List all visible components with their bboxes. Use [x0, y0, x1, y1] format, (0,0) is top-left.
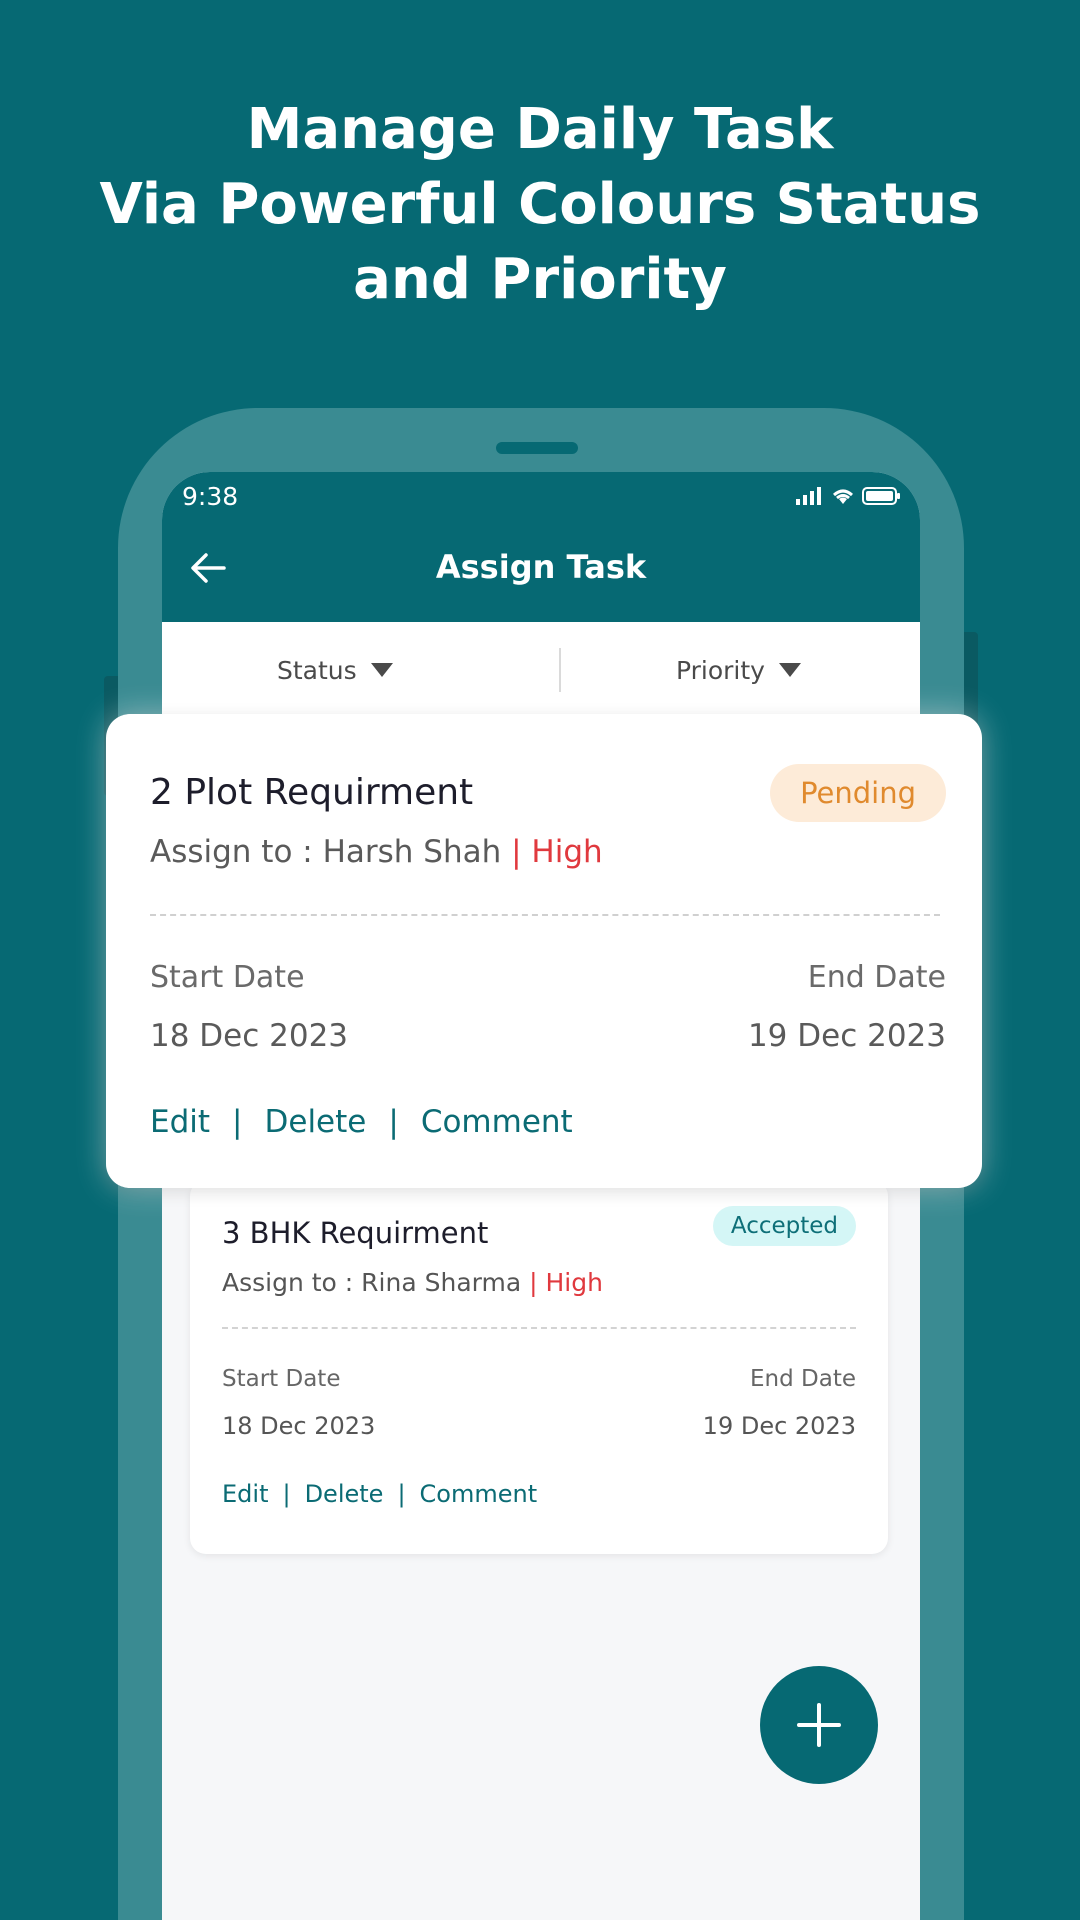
phone-speaker: [496, 442, 578, 454]
task-actions: Edit | Delete | Comment: [222, 1480, 537, 1508]
assignee-text: Assign to : Rina Sharma: [222, 1268, 522, 1297]
start-date-value: 18 Dec 2023: [150, 1018, 349, 1054]
task-assignee: Assign to : Rina Sharma | High: [222, 1268, 603, 1297]
status-filter-dropdown[interactable]: Status: [277, 622, 393, 718]
end-date-value: 19 Dec 2023: [702, 1412, 856, 1440]
dashed-divider: [222, 1327, 856, 1329]
filter-divider: [559, 648, 561, 692]
add-task-button[interactable]: [760, 1666, 878, 1784]
priority-text: | High: [529, 1268, 603, 1297]
filter-bar: Status Priority: [162, 622, 920, 718]
start-date-value: 18 Dec 2023: [222, 1412, 376, 1440]
status-icons: [796, 486, 902, 506]
caret-down-icon: [370, 663, 393, 677]
headline-line-1: Manage Daily Task: [246, 97, 834, 162]
status-badge: Accepted: [712, 1206, 856, 1246]
comment-link[interactable]: Comment: [420, 1480, 538, 1508]
comment-link[interactable]: Comment: [421, 1104, 573, 1140]
action-separator: |: [388, 1104, 399, 1140]
end-date-value: 19 Dec 2023: [747, 1018, 946, 1054]
signal-icon: [796, 487, 821, 505]
start-date-label: Start Date: [222, 1366, 341, 1392]
priority-text: | High: [511, 834, 603, 870]
priority-filter-label: Priority: [676, 655, 765, 685]
headline: Manage Daily Task Via Powerful Colours S…: [0, 92, 1080, 317]
end-date-label: End Date: [807, 960, 946, 995]
status-badge: Pending: [770, 764, 946, 822]
app-bar: 9:38 Assign Task: [162, 472, 920, 622]
page-title: Assign Task: [435, 548, 647, 586]
action-separator: |: [232, 1104, 243, 1140]
task-title: 2 Plot Requirment: [150, 772, 474, 813]
headline-line-2: Via Powerful Colours Status: [99, 172, 981, 237]
task-title: 3 BHK Requirment: [222, 1216, 489, 1250]
status-filter-label: Status: [277, 655, 357, 685]
caret-down-icon: [778, 663, 801, 677]
task-card-highlighted[interactable]: 2 Plot Requirment Pending Assign to : Ha…: [106, 714, 982, 1188]
priority-filter-dropdown[interactable]: Priority: [676, 622, 801, 718]
wifi-icon: [833, 489, 853, 504]
end-date-label: End Date: [750, 1366, 856, 1392]
task-actions: Edit | Delete | Comment: [150, 1104, 573, 1140]
action-separator: |: [397, 1480, 406, 1508]
task-card[interactable]: 3 BHK Requirment Accepted Assign to : Ri…: [190, 1180, 888, 1554]
edit-link[interactable]: Edit: [150, 1104, 210, 1140]
headline-line-3: and Priority: [353, 247, 727, 312]
delete-link[interactable]: Delete: [305, 1480, 384, 1508]
task-assignee: Assign to : Harsh Shah | High: [150, 834, 603, 870]
start-date-label: Start Date: [150, 960, 305, 995]
assignee-text: Assign to : Harsh Shah: [150, 834, 502, 870]
plus-icon: [797, 1703, 841, 1747]
delete-link[interactable]: Delete: [265, 1104, 367, 1140]
edit-link[interactable]: Edit: [222, 1480, 268, 1508]
action-separator: |: [282, 1480, 291, 1508]
status-time: 9:38: [182, 482, 239, 511]
battery-icon: [862, 487, 900, 505]
dashed-divider: [150, 914, 940, 916]
